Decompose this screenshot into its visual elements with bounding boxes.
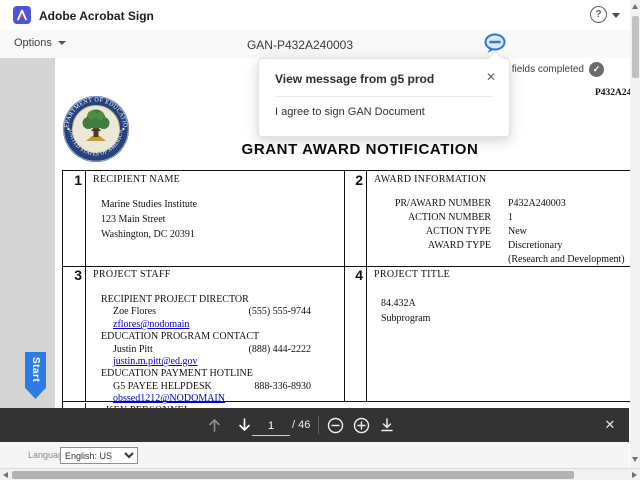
field-value: New — [508, 226, 527, 237]
viewer-toolbar: / 46 ✕ — [0, 408, 629, 442]
acrobat-sign-window: Adobe Acrobat Sign ? Options GAN-P432A24… — [0, 0, 640, 480]
popup-divider — [275, 96, 493, 97]
scroll-up-arrow-icon[interactable] — [631, 4, 638, 9]
project-title-line: 84.432A — [381, 298, 416, 309]
page-number-input[interactable] — [252, 416, 290, 436]
document-heading: GRANT AWARD NOTIFICATION — [241, 141, 479, 158]
download-button[interactable] — [378, 408, 396, 442]
recipient-line: Marine Studies Institute — [101, 199, 198, 210]
field-value: Discretionary — [508, 240, 563, 251]
department-of-education-seal: DEPARTMENT OF EDUCATION UNITED STATES OF… — [60, 91, 130, 168]
field-label: ACTION TYPE — [425, 226, 491, 237]
section-heading: PROJECT TITLE — [374, 269, 451, 280]
popup-message: I agree to sign GAN Document — [275, 106, 425, 118]
contact-name: Justin Pitt — [113, 343, 153, 355]
section-recipient-name: 1 RECIPIENT NAME Marine Studies Institut… — [63, 171, 345, 267]
section-heading: AWARD INFORMATION — [374, 174, 487, 185]
contact-role: EDUCATION PAYMENT HOTLINE — [101, 368, 253, 380]
document-toolbar: Options GAN-P432A240003 — [0, 30, 640, 59]
zoom-out-button[interactable] — [326, 408, 344, 442]
app-header: Adobe Acrobat Sign ? — [0, 0, 640, 31]
close-viewer-button[interactable]: ✕ — [600, 408, 620, 442]
zoom-in-icon — [353, 417, 369, 433]
field-label — [369, 253, 491, 267]
close-icon[interactable]: ✕ — [486, 70, 496, 84]
recipient-line: Washington, DC 20391 — [101, 229, 195, 240]
section-number: 1 — [63, 171, 86, 266]
field-value: 1 — [508, 212, 513, 223]
document-title: GAN-P432A240003 — [246, 38, 354, 52]
scroll-right-arrow-icon[interactable] — [632, 472, 637, 478]
contact-role: RECIPIENT PROJECT DIRECTOR — [101, 294, 249, 305]
vertical-scrollbar-thumb[interactable] — [631, 16, 639, 78]
project-title-line: Subprogram — [381, 313, 431, 324]
section-number: 2 — [344, 171, 367, 266]
contact-email-link[interactable]: justin.m.pitt@ed.gov — [113, 356, 198, 368]
next-page-button[interactable] — [236, 408, 252, 442]
field-label: AWARD TYPE — [427, 240, 491, 251]
previous-page-button[interactable] — [206, 408, 222, 442]
language-bar: Language English: US — [0, 442, 629, 468]
field-value: P432A240003 — [508, 198, 566, 209]
section-number: 4 — [344, 266, 367, 401]
horizontal-scrollbar-thumb[interactable] — [12, 471, 574, 479]
chevron-down-icon[interactable] — [612, 13, 620, 18]
contact-name: Zoe Flores — [113, 306, 157, 318]
gan-table: 1 RECIPIENT NAME Marine Studies Institut… — [62, 170, 630, 408]
language-select[interactable]: English: US — [60, 447, 138, 464]
contact-phone: (888) 444-2222 — [248, 343, 312, 355]
popup-title: View message from g5 prod — [275, 72, 435, 86]
section-number: 3 — [63, 266, 86, 401]
start-tab-label: Start — [30, 357, 41, 383]
section-project-staff: 3 PROJECT STAFF RECIPIENT PROJECT DIRECT… — [63, 266, 345, 404]
toolbar-divider — [318, 416, 319, 434]
zoom-out-icon — [327, 417, 343, 433]
section-award-information: 2 AWARD INFORMATION PR/AWARD NUMBER P432A… — [344, 171, 630, 267]
download-icon — [381, 418, 393, 432]
field-value: (Research and Development) — [508, 254, 625, 265]
page-count-label: / 46 — [292, 419, 311, 431]
contact-email-link[interactable]: zflores@nodomain — [113, 319, 189, 331]
contact-phone: (555) 555-9744 — [248, 306, 312, 318]
page-reference-number: P432A240003 — [595, 88, 630, 98]
recipient-line: 123 Main Street — [101, 214, 166, 225]
scroll-left-arrow-icon[interactable] — [3, 472, 8, 478]
contact-role: EDUCATION PROGRAM CONTACT — [101, 331, 260, 343]
check-icon: ✓ — [589, 62, 604, 77]
help-menu-button[interactable]: ? — [590, 6, 620, 24]
arrow-down-icon — [238, 418, 250, 431]
scroll-down-arrow-icon[interactable] — [631, 457, 638, 462]
horizontal-scrollbar — [0, 468, 640, 480]
zoom-in-button[interactable] — [352, 408, 370, 442]
section-project-title: 4 PROJECT TITLE 84.432A Subprogram — [344, 266, 630, 402]
vertical-scrollbar — [630, 0, 640, 468]
app-title: Adobe Acrobat Sign — [39, 9, 154, 23]
message-popup: View message from g5 prod ✕ I agree to s… — [258, 58, 510, 137]
section-heading: PROJECT STAFF — [93, 269, 171, 280]
arrow-up-icon — [208, 419, 220, 432]
help-icon[interactable]: ? — [590, 6, 607, 23]
field-label: PR/AWARD NUMBER — [394, 198, 491, 209]
contact-name: G5 PAYEE HELPDESK — [113, 380, 212, 392]
contact-phone: 888-336-8930 — [254, 380, 311, 392]
field-label: ACTION NUMBER — [407, 212, 491, 223]
adobe-acrobat-logo-icon — [13, 6, 31, 24]
section-heading: RECIPIENT NAME — [93, 174, 181, 185]
